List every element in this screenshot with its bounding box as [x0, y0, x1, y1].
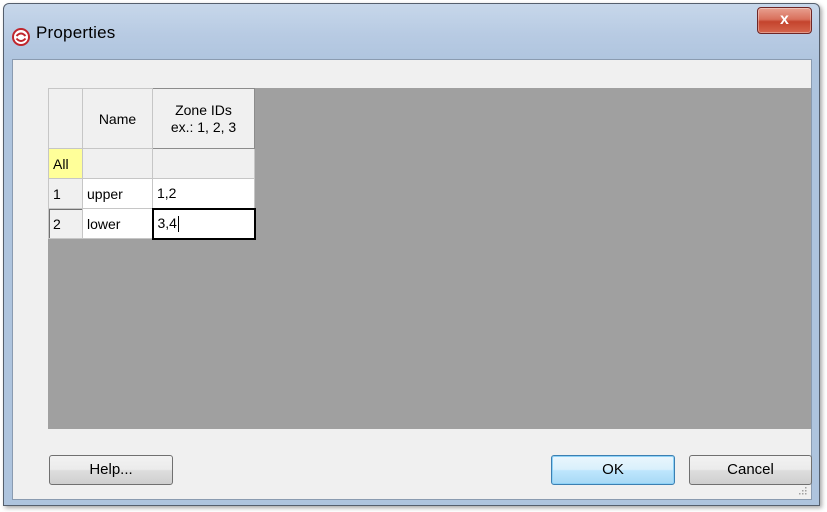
text-caret [177, 216, 179, 233]
row-header[interactable]: 1 [48, 178, 83, 209]
dialog-content: Name Zone IDs ex.: 1, 2, 3 All 1 upper 1… [12, 59, 812, 500]
properties-dialog: Properties x Name Zone IDs ex.: 1, 2, 3 [3, 3, 820, 506]
cancel-button[interactable]: Cancel [689, 455, 812, 485]
zone-ids-edit-field[interactable]: 3,4 [151, 207, 256, 240]
properties-grid[interactable]: Name Zone IDs ex.: 1, 2, 3 All 1 upper 1… [48, 88, 811, 429]
column-header-name[interactable]: Name [82, 88, 153, 149]
name-cell[interactable]: upper [82, 178, 153, 209]
table-row: 1 upper 1,2 [48, 178, 255, 209]
row-header[interactable]: 2 [48, 208, 83, 239]
name-value: upper [87, 185, 123, 202]
close-icon: x [780, 11, 789, 28]
all-name-cell[interactable] [82, 148, 153, 179]
app-logo-icon [12, 28, 30, 46]
row-index: 2 [53, 215, 61, 232]
row-index: 1 [53, 185, 61, 202]
zone-ids-value: 1,2 [157, 185, 177, 202]
resize-grip-icon[interactable] [797, 485, 807, 495]
zone-ids-value: 3,4 [157, 214, 177, 231]
close-button[interactable]: x [757, 7, 812, 34]
help-button[interactable]: Help... [49, 455, 173, 485]
all-row: All [48, 148, 255, 179]
all-zone-ids-cell[interactable] [152, 148, 255, 179]
row-header-all-label: All [53, 155, 69, 172]
grid-table: Name Zone IDs ex.: 1, 2, 3 All 1 upper 1… [48, 88, 256, 240]
table-row: 2 lower 3,4 [48, 207, 256, 240]
column-header-name-label: Name [98, 110, 137, 127]
header-row: Name Zone IDs ex.: 1, 2, 3 [48, 88, 255, 149]
grid-corner-header[interactable] [48, 88, 83, 149]
zone-ids-cell[interactable]: 1,2 [152, 178, 255, 209]
name-cell[interactable]: lower [82, 208, 153, 239]
row-header-all[interactable]: All [48, 148, 83, 179]
window-title: Properties [36, 23, 116, 42]
column-header-zone-ids-line1: Zone IDs [175, 101, 232, 118]
title-bar[interactable]: Properties x [4, 4, 819, 60]
name-value: lower [87, 215, 121, 232]
column-header-zone-ids[interactable]: Zone IDs ex.: 1, 2, 3 [152, 88, 255, 149]
column-header-zone-ids-line2: ex.: 1, 2, 3 [170, 118, 237, 135]
ok-button[interactable]: OK [551, 455, 675, 485]
